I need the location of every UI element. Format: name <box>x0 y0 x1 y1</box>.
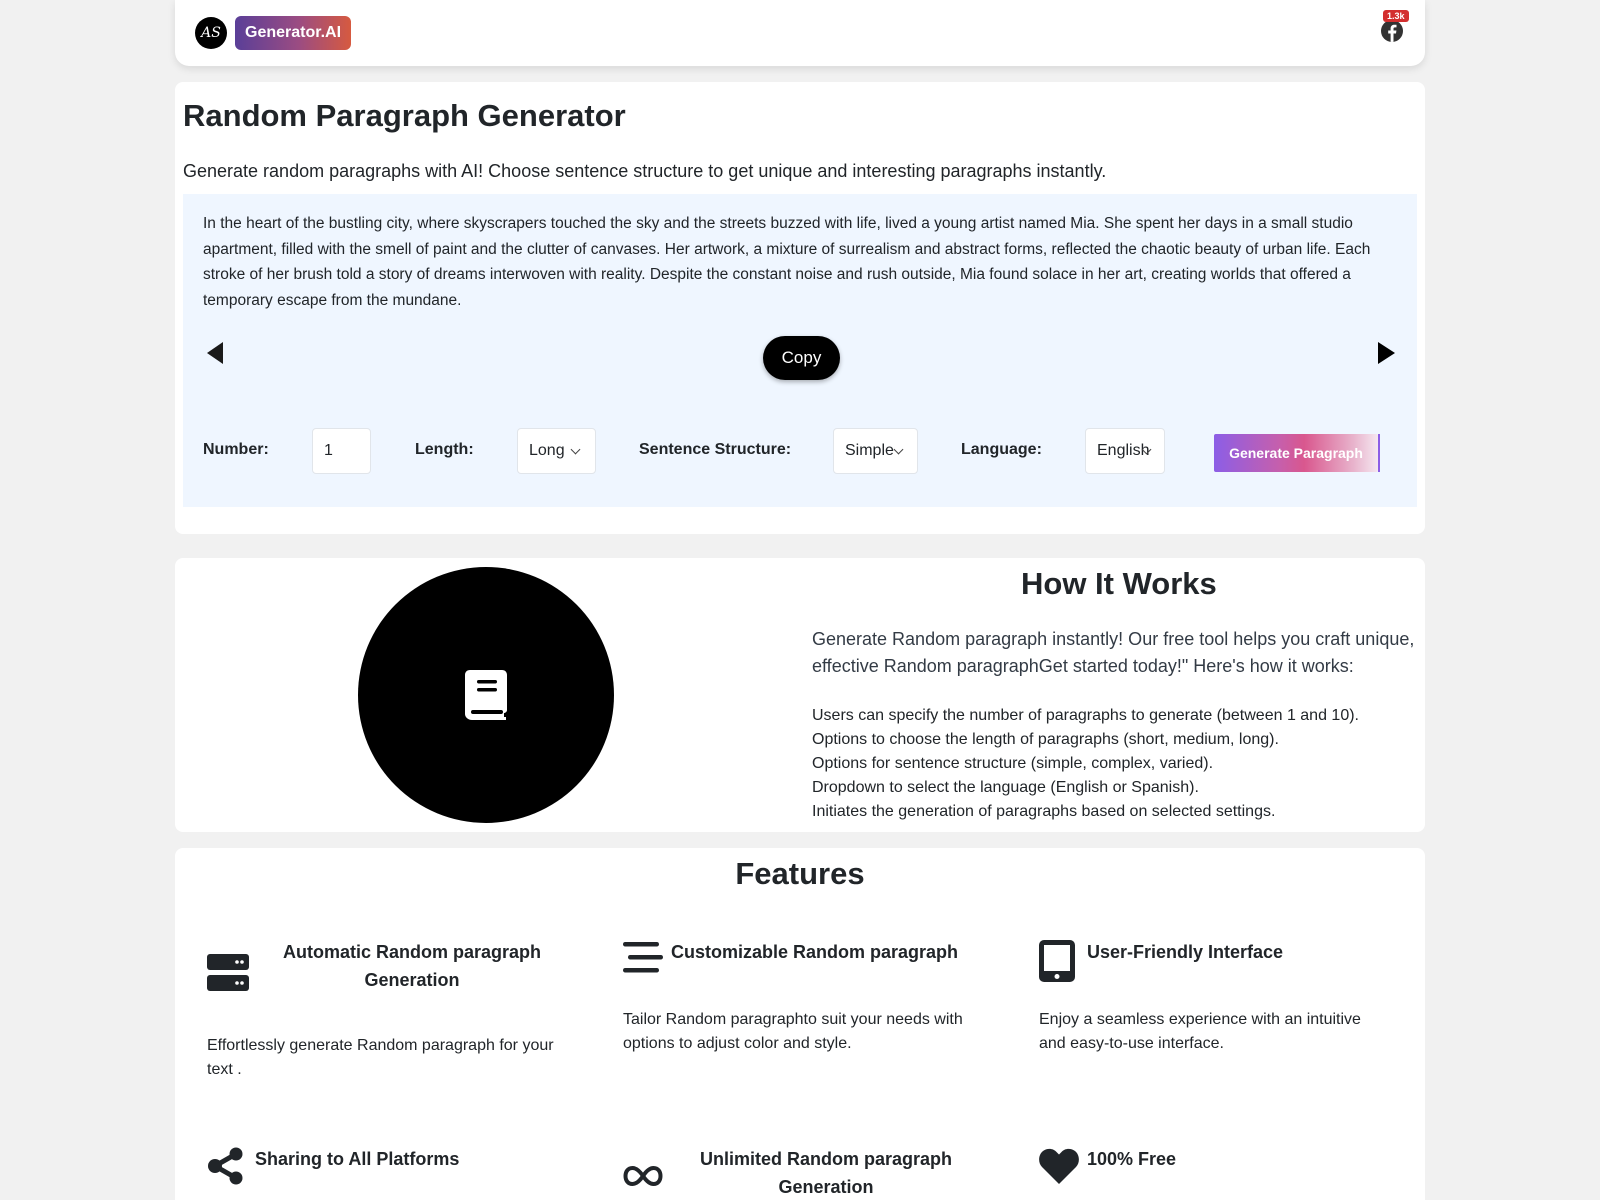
how-it-works-intro: Generate Random paragraph instantly! Our… <box>812 629 1415 676</box>
feature-title: Customizable Random paragraph <box>671 942 959 962</box>
next-arrow-icon[interactable] <box>1378 342 1395 364</box>
align-lines-icon <box>623 942 663 973</box>
feature-item: 100% Free <box>1039 1145 1419 1200</box>
feature-title: 100% Free <box>1087 1149 1177 1169</box>
book-icon <box>465 670 507 720</box>
language-label: Language: <box>961 441 1042 458</box>
page-description: Generate random paragraphs with AI! Choo… <box>183 161 1107 181</box>
step-item: Options for sentence structure (simple, … <box>812 755 1214 772</box>
server-icon <box>207 954 249 991</box>
chevron-down-icon <box>570 444 581 454</box>
length-value: Long <box>529 442 565 459</box>
number-input[interactable]: 1 <box>312 428 371 474</box>
feature-title: Automatic Random paragraph Generation <box>282 942 542 990</box>
how-it-works-title: How It Works <box>1021 566 1217 601</box>
generator-panel: In the heart of the bustling city, where… <box>183 194 1417 507</box>
chevron-down-icon <box>893 444 904 454</box>
step-item: Dropdown to select the language (English… <box>812 779 1199 796</box>
infinity-icon <box>623 1165 663 1187</box>
avatar[interactable]: AS <box>195 17 227 49</box>
feature-item: User-Friendly Interface Enjoy a seamless… <box>1039 938 1419 1138</box>
brand-logo[interactable]: Generator.AI <box>235 16 352 50</box>
feature-description: Tailor Random paragraphto suit your need… <box>623 1011 963 1052</box>
previous-arrow-icon[interactable] <box>207 342 223 364</box>
how-it-works-steps: Users can specify the number of paragrap… <box>812 704 1359 824</box>
share-count-badge: 1.3k <box>1383 10 1409 22</box>
page-title: Random Paragraph Generator <box>183 98 626 133</box>
how-it-works-illustration <box>358 567 614 823</box>
step-item: Users can specify the number of paragrap… <box>812 707 1359 724</box>
feature-item: Unlimited Random paragraph Generation <box>623 1145 1003 1200</box>
step-item: Initiates the generation of paragraphs b… <box>812 803 1276 820</box>
sentence-structure-label: Sentence Structure: <box>639 441 792 458</box>
facebook-share-button[interactable] <box>1381 20 1403 42</box>
generate-paragraph-button[interactable]: Generate Paragraph <box>1214 434 1378 472</box>
generator-card: Random Paragraph Generator Generate rand… <box>175 82 1425 534</box>
feature-item: Automatic Random paragraph Generation Ef… <box>207 938 587 1138</box>
sentence-structure-select[interactable]: Simple <box>833 428 918 474</box>
share-icon <box>208 1147 243 1185</box>
generated-paragraph: In the heart of the bustling city, where… <box>203 215 1371 309</box>
length-select[interactable]: Long <box>517 428 596 474</box>
length-label: Length: <box>415 441 474 458</box>
step-item: Options to choose the length of paragrap… <box>812 731 1279 748</box>
feature-title: Sharing to All Platforms <box>255 1149 460 1169</box>
navbar: AS Generator.AI 1.3k <box>175 0 1425 66</box>
feature-description: Enjoy a seamless experience with an intu… <box>1039 1011 1361 1052</box>
feature-item: Customizable Random paragraph Tailor Ran… <box>623 938 1003 1138</box>
facebook-icon <box>1381 20 1403 42</box>
number-value: 1 <box>324 442 333 459</box>
feature-item: Sharing to All Platforms <box>207 1145 587 1200</box>
generate-button-edge <box>1378 434 1380 472</box>
features-card: Features Automatic Random paragraph Gene… <box>175 848 1425 1200</box>
language-select[interactable]: English <box>1085 428 1165 474</box>
language-value: English <box>1097 442 1150 459</box>
feature-description: Effortlessly generate Random paragraph f… <box>207 1037 554 1078</box>
feature-title: User-Friendly Interface <box>1087 942 1284 962</box>
how-it-works-card: How It Works Generate Random paragraph i… <box>175 558 1425 832</box>
copy-button[interactable]: Copy <box>763 336 840 380</box>
number-label: Number: <box>203 441 269 458</box>
tablet-icon <box>1039 940 1075 982</box>
feature-title: Unlimited Random paragraph Generation <box>699 1149 953 1197</box>
heart-icon <box>1039 1148 1079 1184</box>
features-title: Features <box>735 856 865 891</box>
sentence-structure-value: Simple <box>845 442 894 459</box>
